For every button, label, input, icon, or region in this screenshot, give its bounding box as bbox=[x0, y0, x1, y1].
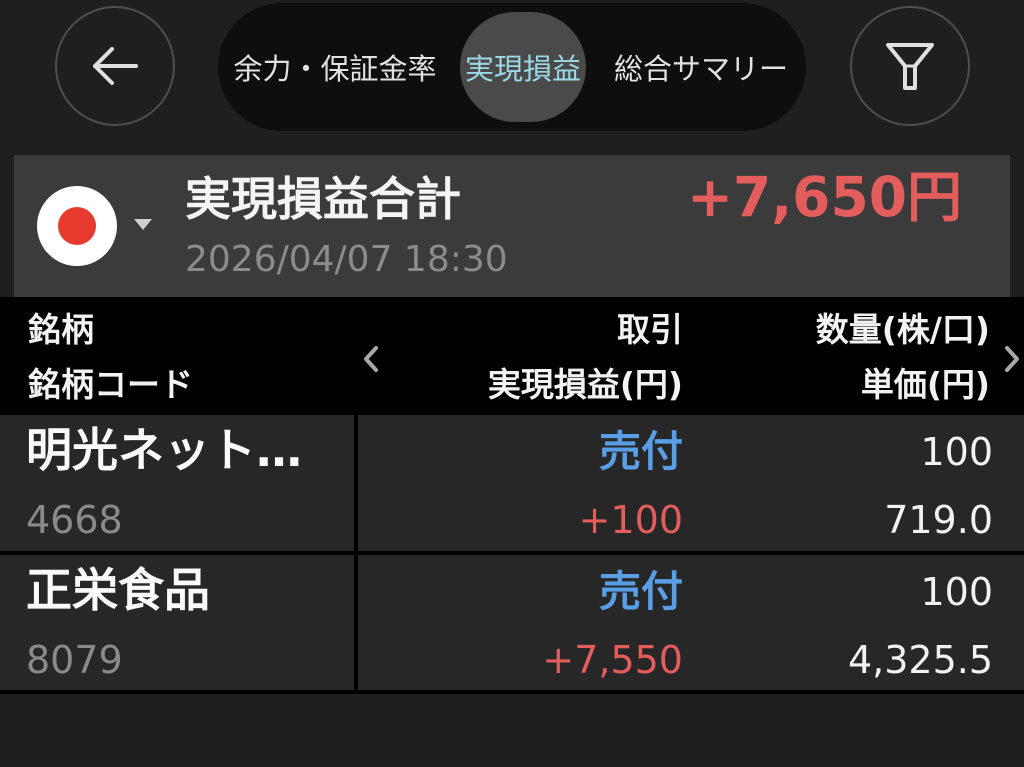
summary-total-pnl: +7,650円 bbox=[686, 165, 962, 229]
filter-icon bbox=[886, 43, 934, 90]
trade-cell: 売付 +100 100 719.0 bbox=[358, 415, 1024, 551]
trade-type: 売付 bbox=[598, 427, 683, 476]
view-tabs: 余力・保証金率 実現損益 総合サマリー bbox=[218, 3, 806, 131]
stock-name: 明光ネット… bbox=[26, 423, 302, 477]
column-header-qty: 数量(株/口) bbox=[815, 310, 990, 349]
tab-label: 総合サマリー bbox=[613, 52, 788, 86]
japan-flag-icon bbox=[37, 186, 117, 266]
tab-realized-pnl[interactable]: 実現損益 bbox=[460, 12, 586, 122]
summary-title: 実現損益合計 bbox=[185, 172, 461, 226]
realized-pnl: +7,550 bbox=[542, 638, 683, 682]
trade-cell: 売付 +7,550 100 4,325.5 bbox=[358, 555, 1024, 690]
stock-cell: 明光ネット… 4668 bbox=[0, 415, 354, 551]
stock-name: 正栄食品 bbox=[26, 563, 210, 617]
stock-code: 4668 bbox=[26, 498, 123, 542]
column-header-price: 単価(円) bbox=[860, 365, 990, 404]
chevron-left-icon[interactable] bbox=[361, 344, 381, 374]
realized-pnl-summary-card: 実現損益合計 2026/04/07 18:30 +7,650円 bbox=[14, 155, 1010, 297]
summary-timestamp: 2026/04/07 18:30 bbox=[185, 239, 508, 280]
stock-cell: 正栄食品 8079 bbox=[0, 555, 354, 690]
top-bar: 余力・保証金率 実現損益 総合サマリー bbox=[0, 0, 1024, 150]
unit-price: 4,325.5 bbox=[847, 638, 993, 682]
realized-pnl: +100 bbox=[578, 498, 683, 542]
column-header-name: 銘柄 bbox=[28, 310, 94, 349]
quantity: 100 bbox=[920, 570, 993, 614]
stock-code: 8079 bbox=[26, 638, 123, 682]
tab-summary[interactable]: 総合サマリー bbox=[606, 3, 796, 131]
flag-sun bbox=[58, 207, 96, 245]
trade-type: 売付 bbox=[598, 567, 683, 616]
table-row[interactable]: 正栄食品 8079 売付 +7,550 100 4,325.5 bbox=[0, 555, 1024, 690]
chevron-right-icon[interactable] bbox=[1002, 344, 1022, 374]
back-button[interactable] bbox=[55, 6, 175, 126]
column-header-trade: 取引 bbox=[617, 310, 683, 349]
tab-label: 実現損益 bbox=[464, 52, 581, 86]
caret-down-icon bbox=[134, 219, 152, 230]
column-header-code: 銘柄コード bbox=[28, 365, 193, 404]
market-selector[interactable] bbox=[37, 186, 157, 266]
table-header: 銘柄 銘柄コード 取引 実現損益(円) 数量(株/口) 単価(円) bbox=[0, 297, 1024, 415]
unit-price: 719.0 bbox=[884, 498, 993, 542]
filter-button[interactable] bbox=[850, 6, 970, 126]
quantity: 100 bbox=[920, 430, 993, 474]
tab-margin-ratio[interactable]: 余力・保証金率 bbox=[222, 3, 448, 131]
arrow-left-icon bbox=[93, 47, 138, 85]
table-row[interactable]: 明光ネット… 4668 売付 +100 100 719.0 bbox=[0, 415, 1024, 551]
realized-pnl-table: 明光ネット… 4668 売付 +100 100 719.0 正栄食品 8079 … bbox=[0, 415, 1024, 694]
column-header-pnl: 実現損益(円) bbox=[487, 365, 683, 404]
tab-label: 余力・保証金率 bbox=[233, 52, 437, 86]
